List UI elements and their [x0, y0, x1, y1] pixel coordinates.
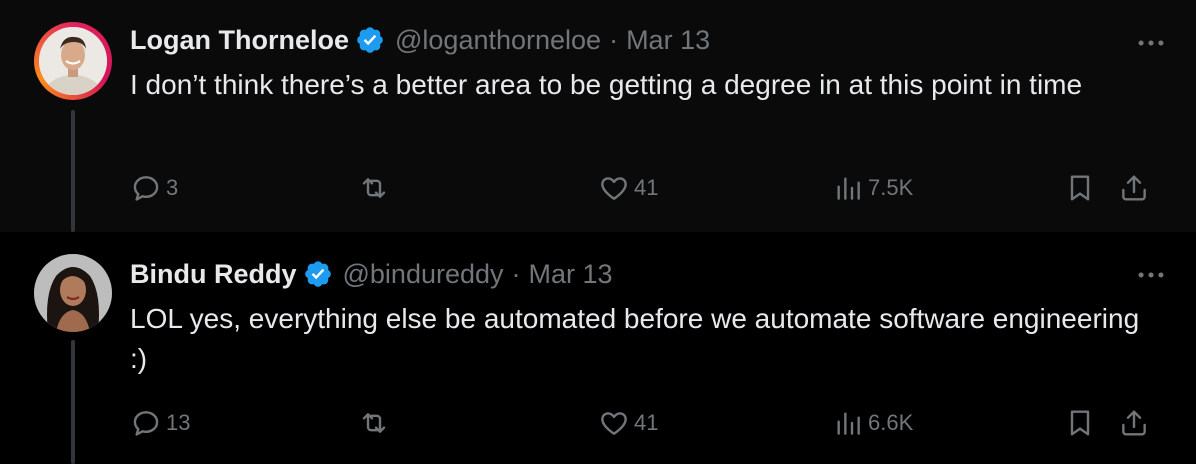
view-count: 7.5K — [868, 175, 914, 200]
separator-dot: · — [511, 258, 521, 289]
like-count: 41 — [634, 410, 659, 435]
views-icon — [837, 177, 860, 200]
share-button[interactable] — [1118, 403, 1150, 443]
reply-count: 3 — [166, 175, 179, 200]
like-icon — [601, 177, 627, 200]
bookmark-icon — [1070, 410, 1090, 436]
tweet-actions: 13 41 6.6K — [130, 403, 1170, 443]
reply-button[interactable]: 13 — [130, 403, 190, 443]
bookmark-button[interactable] — [1064, 403, 1096, 443]
separator-dot: · — [609, 24, 619, 55]
reply-button[interactable]: 3 — [130, 168, 178, 208]
share-icon — [1122, 175, 1146, 201]
bookmark-icon — [1070, 175, 1090, 201]
tweet-1[interactable]: Logan Thorneloe @loganthorneloe · Mar 13… — [0, 0, 1196, 232]
thread-line — [71, 340, 75, 464]
avatar-image — [34, 254, 112, 332]
tweet-header: Bindu Reddy @bindureddy · Mar 13 — [130, 256, 613, 292]
verified-badge-icon — [357, 27, 383, 53]
tweet-header: Logan Thorneloe @loganthorneloe · Mar 13 — [130, 22, 710, 58]
tweet-text: I don’t think there’s a better area to b… — [130, 69, 1083, 100]
view-count: 6.6K — [868, 410, 914, 435]
more-icon[interactable] — [1134, 26, 1168, 60]
like-icon — [601, 412, 627, 435]
views-button[interactable]: 6.6K — [832, 403, 913, 443]
reply-icon — [133, 176, 159, 201]
avatar-logan[interactable] — [34, 22, 112, 100]
views-icon — [837, 412, 860, 435]
more-icon[interactable] — [1134, 258, 1168, 292]
thread-line — [71, 110, 75, 232]
retweet-icon — [362, 178, 386, 198]
verified-badge-icon — [304, 261, 331, 287]
retweet-button[interactable] — [358, 168, 394, 208]
tweet-text: LOL yes, everything else be automated be… — [130, 303, 1140, 374]
author-name[interactable]: Bindu Reddy — [130, 259, 297, 290]
like-button[interactable]: 41 — [598, 403, 658, 443]
share-icon — [1122, 410, 1146, 436]
retweet-button[interactable] — [358, 403, 394, 443]
reply-icon — [133, 411, 159, 436]
views-button[interactable]: 7.5K — [832, 168, 913, 208]
tweet-actions: 3 41 7.5K — [130, 168, 1170, 208]
like-count: 41 — [634, 175, 659, 200]
author-name[interactable]: Logan Thorneloe — [130, 25, 349, 56]
like-button[interactable]: 41 — [598, 168, 658, 208]
avatar-image — [39, 27, 107, 95]
avatar-bindu[interactable] — [34, 254, 112, 332]
author-handle[interactable]: @loganthorneloe — [395, 25, 601, 56]
author-handle[interactable]: @bindureddy — [343, 259, 504, 290]
bookmark-button[interactable] — [1064, 168, 1096, 208]
tweet-date[interactable]: Mar 13 — [626, 25, 710, 56]
reply-count: 13 — [166, 410, 191, 435]
tweet-date[interactable]: Mar 13 — [529, 259, 613, 290]
retweet-icon — [362, 413, 386, 433]
share-button[interactable] — [1118, 168, 1150, 208]
